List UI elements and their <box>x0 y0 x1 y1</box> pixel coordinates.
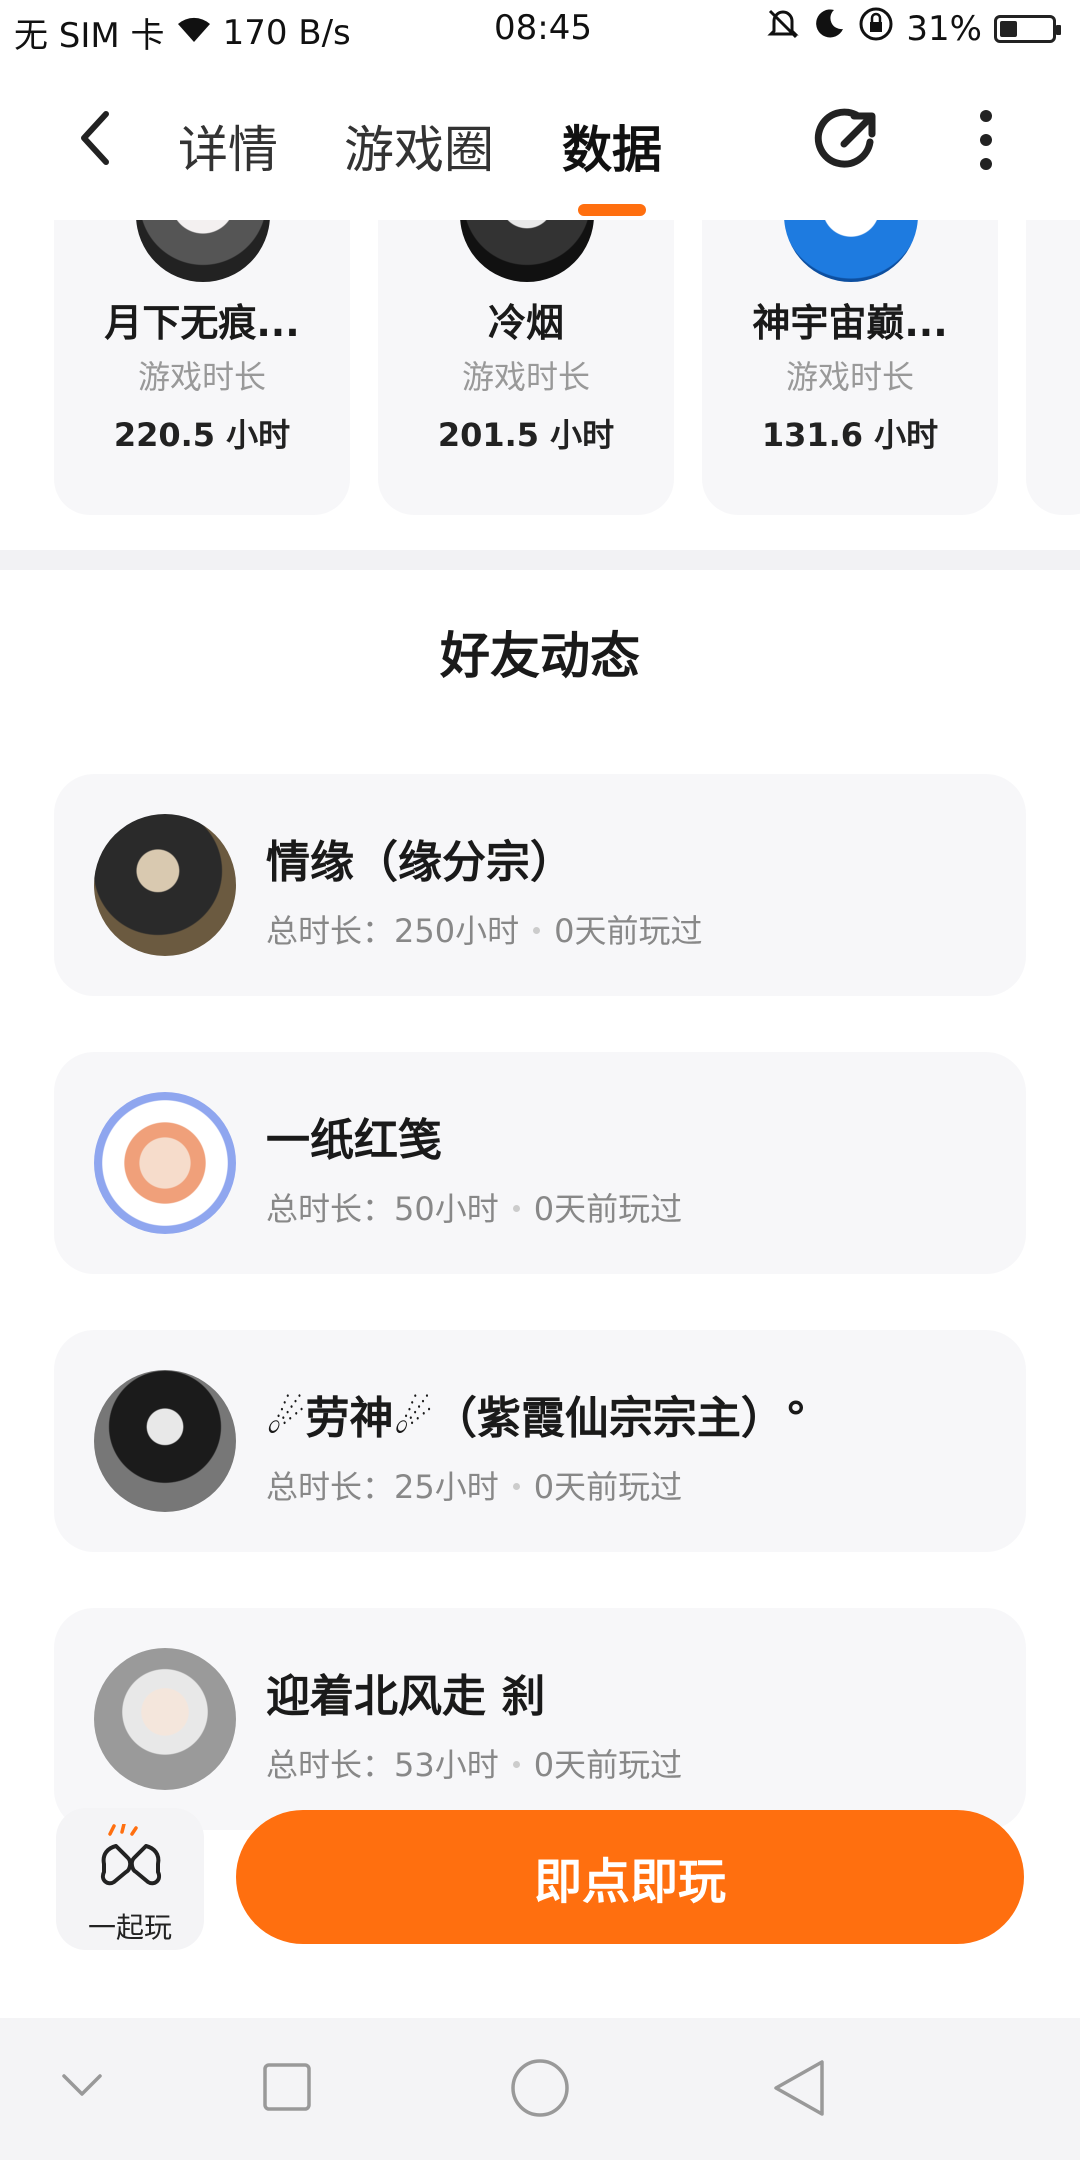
friend-item[interactable]: 情缘（缘分宗） 总时长：250小时 0天前玩过 <box>54 774 1026 996</box>
playtime-value: 220.5 小时 <box>113 416 291 454</box>
system-nav-bar <box>0 2018 1080 2160</box>
playtime-value: 131.6 小时 <box>761 416 939 454</box>
player-name: 神宇宙巅... <box>752 301 948 345</box>
clock: 08:45 <box>494 8 592 48</box>
friend-avatar <box>94 1092 236 1234</box>
instant-play-button[interactable]: 即点即玩 <box>236 1810 1024 1944</box>
friends-activity-title: 好友动态 <box>440 627 640 685</box>
friend-avatar <box>94 1648 236 1790</box>
playtime-label: 游戏时长 <box>137 358 266 396</box>
friend-meta: 总时长：53小时 0天前玩过 <box>266 1740 682 1786</box>
friend-name: 情缘（缘分宗） <box>266 837 574 888</box>
mute-icon <box>766 7 800 50</box>
rotation-lock-icon <box>858 6 894 51</box>
back-triangle-icon[interactable] <box>772 2058 826 2118</box>
player-avatar <box>136 220 270 282</box>
wifi-icon <box>175 14 213 52</box>
friend-avatar <box>94 1370 236 1512</box>
total-playtime: 总时长：250小时 <box>266 912 520 950</box>
friend-item[interactable]: 一纸红笺 总时长：50小时 0天前玩过 <box>54 1052 1026 1274</box>
battery-percent: 31% <box>906 8 982 49</box>
friend-name: ☄劳神☄（紫霞仙宗宗主）° <box>266 1393 807 1444</box>
play-together-button[interactable]: 一起玩 <box>56 1808 204 1950</box>
friend-meta: 总时长：25小时 0天前玩过 <box>266 1462 682 1508</box>
player-card[interactable]: 神宇宙巅... 游戏时长 131.6 小时 <box>702 220 998 515</box>
friend-avatar <box>94 814 236 956</box>
network-speed: 170 B/s <box>222 12 351 53</box>
friend-item[interactable]: 迎着北风走 刹 总时长：53小时 0天前玩过 <box>54 1608 1026 1830</box>
friend-item[interactable]: ☄劳神☄（紫霞仙宗宗主）° 总时长：25小时 0天前玩过 <box>54 1330 1026 1552</box>
friend-name: 迎着北风走 刹 <box>266 1671 546 1722</box>
more-button[interactable] <box>966 108 1006 172</box>
playtime-value: 201.5 小时 <box>437 416 615 454</box>
moon-icon <box>812 7 846 50</box>
playtime-label: 游戏时长 <box>785 358 914 396</box>
playtime-label: 游戏时长 <box>461 358 590 396</box>
friend-meta: 总时长：50小时 0天前玩过 <box>266 1184 682 1230</box>
player-name: 冷烟 <box>487 301 564 345</box>
active-tab-indicator <box>578 204 646 216</box>
play-together-label: 一起玩 <box>87 1911 172 1944</box>
player-avatar <box>784 220 918 282</box>
tab-details[interactable]: 详情 <box>178 110 278 182</box>
home-circle-icon[interactable] <box>510 2058 570 2118</box>
chevron-left-icon <box>81 111 109 165</box>
section-divider <box>0 550 1080 570</box>
tab-data[interactable]: 数据 <box>562 110 662 182</box>
top-players-list: 月下无痕... 游戏时长 220.5 小时 冷烟 游戏时长 201.5 小时 神… <box>0 220 1080 550</box>
more-vertical-icon <box>980 110 992 170</box>
tab-game-circle[interactable]: 游戏圈 <box>344 110 494 182</box>
clapping-hands-icon <box>101 1824 161 1886</box>
player-card-partial[interactable] <box>1026 220 1080 515</box>
player-card[interactable]: 冷烟 游戏时长 201.5 小时 <box>378 220 674 515</box>
share-icon <box>814 108 876 168</box>
last-played: 0天前玩过 <box>533 1468 683 1506</box>
recents-square-icon[interactable] <box>262 2062 312 2112</box>
total-playtime: 总时长：50小时 <box>266 1190 499 1228</box>
player-card[interactable]: 月下无痕... 游戏时长 220.5 小时 <box>54 220 350 515</box>
back-button[interactable] <box>70 108 130 168</box>
last-played: 0天前玩过 <box>533 1746 683 1784</box>
last-played: 0天前玩过 <box>554 912 703 950</box>
friend-meta: 总时长：250小时 0天前玩过 <box>266 906 702 952</box>
sim-status: 无 SIM 卡 <box>14 16 165 56</box>
hide-nav-chevron-icon[interactable] <box>60 2070 104 2100</box>
status-bar: 无 SIM 卡 170 B/s 08:45 31% <box>0 0 1080 62</box>
top-nav-bar: 详情 游戏圈 数据 <box>0 62 1080 221</box>
player-avatar <box>460 220 594 282</box>
battery-icon <box>994 14 1061 43</box>
share-button[interactable] <box>814 102 890 178</box>
total-playtime: 总时长：53小时 <box>266 1746 499 1784</box>
last-played: 0天前玩过 <box>533 1190 683 1228</box>
total-playtime: 总时长：25小时 <box>266 1468 499 1506</box>
friend-name: 一纸红笺 <box>266 1115 442 1166</box>
player-name: 月下无痕... <box>104 301 300 345</box>
